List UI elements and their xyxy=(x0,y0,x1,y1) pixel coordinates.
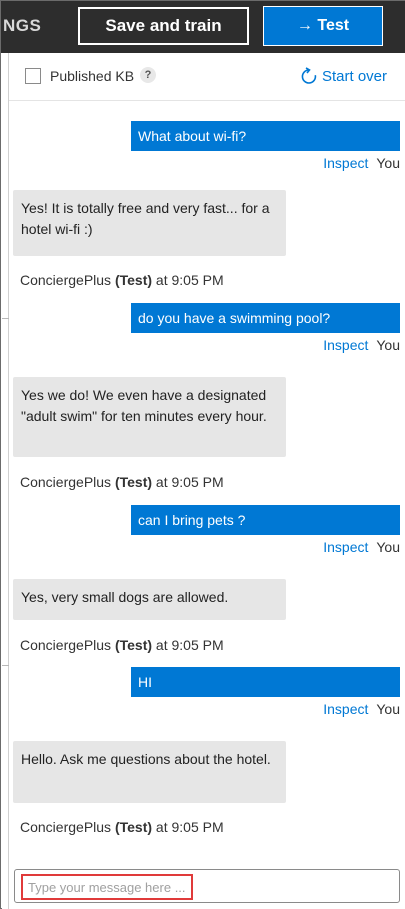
inspect-link[interactable]: Inspect xyxy=(323,155,368,171)
bot-name: ConciergePlus xyxy=(20,474,112,490)
sender-label: You xyxy=(376,539,400,555)
bot-message: Hello. Ask me questions about the hotel. xyxy=(13,741,286,803)
user-message: What about wi-fi? xyxy=(131,121,400,151)
start-over-button[interactable]: Start over xyxy=(301,66,387,86)
panel-header: Published KB ? Start over xyxy=(9,53,405,101)
published-kb-label: Published KB xyxy=(50,68,135,84)
test-tag: (Test) xyxy=(114,272,153,288)
test-button[interactable]: → Test xyxy=(263,6,383,46)
user-message: HI xyxy=(131,667,400,697)
user-message-meta: Inspect You xyxy=(323,337,400,353)
message-input-container xyxy=(14,869,400,903)
divider xyxy=(2,318,9,319)
test-tag: (Test) xyxy=(114,474,153,490)
bot-message-meta: ConciergePlus (Test) at 9:05 PM xyxy=(20,272,224,288)
bot-message-meta: ConciergePlus (Test) at 9:05 PM xyxy=(20,474,224,490)
published-kb-checkbox[interactable] xyxy=(25,68,41,84)
background-page-edge xyxy=(2,53,9,909)
user-message-meta: Inspect You xyxy=(323,539,400,555)
bot-name: ConciergePlus xyxy=(20,272,112,288)
user-message: do you have a swimming pool? xyxy=(131,303,400,333)
user-message-meta: Inspect You xyxy=(323,701,400,717)
test-tag: (Test) xyxy=(114,819,153,835)
message-input[interactable] xyxy=(21,874,193,900)
bot-message: Yes! It is totally free and very fast...… xyxy=(13,190,286,256)
divider xyxy=(2,665,9,666)
test-chat-panel: Published KB ? Start over What about wi-… xyxy=(9,53,405,909)
bot-name: ConciergePlus xyxy=(20,637,112,653)
top-toolbar: NGS Save and train → Test xyxy=(1,1,405,53)
bot-name: ConciergePlus xyxy=(20,819,112,835)
message-time: at 9:05 PM xyxy=(155,819,224,835)
sender-label: You xyxy=(376,337,400,353)
refresh-icon xyxy=(301,67,317,84)
inspect-link[interactable]: Inspect xyxy=(323,539,368,555)
app-frame: NGS Save and train → Test Published KB ?… xyxy=(0,0,405,909)
bot-message-meta: ConciergePlus (Test) at 9:05 PM xyxy=(20,819,224,835)
bot-message: Yes we do! We even have a designated "ad… xyxy=(13,377,286,457)
start-over-label: Start over xyxy=(322,67,388,85)
truncated-nav-tab[interactable]: NGS xyxy=(3,16,41,36)
user-message-meta: Inspect You xyxy=(323,155,400,171)
help-icon[interactable]: ? xyxy=(140,67,156,83)
inspect-link[interactable]: Inspect xyxy=(323,701,368,717)
inspect-link[interactable]: Inspect xyxy=(323,337,368,353)
test-tag: (Test) xyxy=(114,637,153,653)
save-and-train-button[interactable]: Save and train xyxy=(78,7,249,45)
bot-message-meta: ConciergePlus (Test) at 9:05 PM xyxy=(20,637,224,653)
sender-label: You xyxy=(376,701,400,717)
bot-message: Yes, very small dogs are allowed. xyxy=(13,579,286,620)
user-message: can I bring pets ? xyxy=(131,505,400,535)
test-button-label: Test xyxy=(317,17,350,34)
message-time: at 9:05 PM xyxy=(155,637,224,653)
message-time: at 9:05 PM xyxy=(155,272,224,288)
message-time: at 9:05 PM xyxy=(155,474,224,490)
sender-label: You xyxy=(376,155,400,171)
arrow-right-icon: → xyxy=(296,17,318,34)
